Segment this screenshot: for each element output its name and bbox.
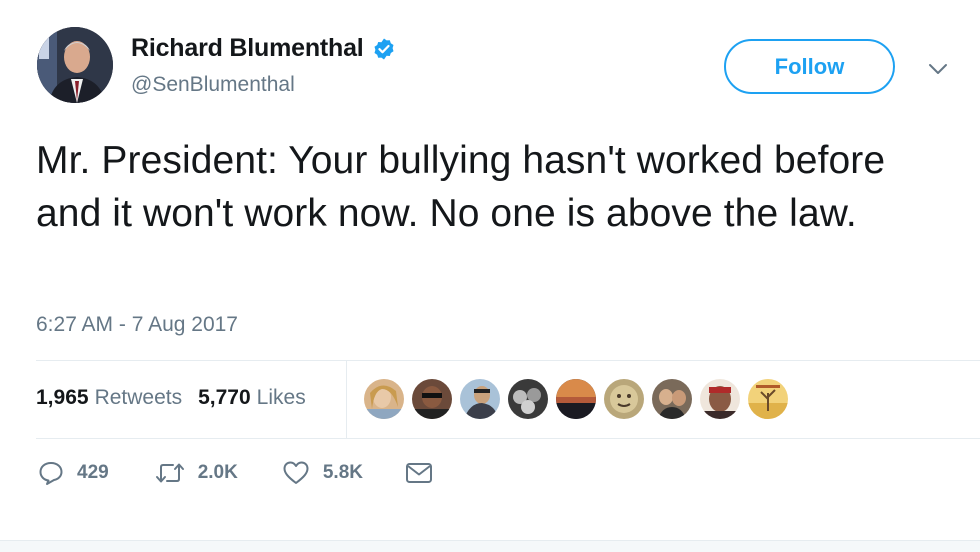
follow-button[interactable]: Follow	[724, 39, 895, 94]
reply-button[interactable]: 429	[38, 460, 109, 486]
liker-avatar-5[interactable]	[556, 379, 596, 419]
stats-vertical-divider	[346, 361, 347, 438]
reply-icon	[39, 462, 63, 485]
likes-stat[interactable]: 5,770 Likes	[198, 386, 306, 410]
verified-badge-icon	[374, 38, 394, 59]
liker-avatars	[364, 379, 796, 419]
retweets-count: 1,965	[36, 386, 89, 409]
bottom-strip	[0, 540, 980, 552]
direct-message-button[interactable]	[405, 462, 433, 484]
retweet-count: 2.0K	[197, 462, 238, 483]
reply-count: 429	[77, 462, 109, 483]
tweet-text: Mr. President: Your bullying hasn't work…	[36, 139, 886, 235]
liker-avatar-8[interactable]	[700, 379, 740, 419]
envelope-icon	[405, 463, 432, 483]
liker-avatar-4[interactable]	[508, 379, 548, 419]
retweet-button[interactable]: 2.0K	[155, 461, 238, 485]
divider-bottom	[36, 438, 980, 439]
tweet-timestamp[interactable]: 6:27 AM - 7 Aug 2017	[36, 313, 238, 337]
tweet-stats: 1,965 Retweets 5,770 Likes	[36, 386, 306, 410]
liker-avatar-9[interactable]	[748, 379, 788, 419]
liker-avatar-1[interactable]	[364, 379, 404, 419]
retweets-stat[interactable]: 1,965 Retweets	[36, 386, 182, 410]
likes-label: Likes	[256, 386, 306, 409]
retweet-icon	[155, 463, 184, 483]
likes-count: 5,770	[198, 386, 251, 409]
author-handle[interactable]: @SenBlumenthal	[131, 73, 295, 97]
author-name[interactable]: Richard Blumenthal	[131, 34, 364, 63]
heart-icon	[283, 461, 309, 484]
like-count: 5.8K	[322, 462, 363, 483]
retweets-label: Retweets	[94, 386, 183, 409]
liker-avatar-6[interactable]	[604, 379, 644, 419]
author-avatar-image	[37, 27, 113, 103]
liker-avatar-2[interactable]	[412, 379, 452, 419]
author-name-row: Richard Blumenthal	[131, 34, 396, 63]
liker-avatar-7[interactable]	[652, 379, 692, 419]
like-button[interactable]: 5.8K	[282, 460, 363, 486]
author-avatar[interactable]	[37, 27, 113, 103]
liker-avatar-3[interactable]	[460, 379, 500, 419]
divider-top	[36, 360, 980, 361]
tweet-actions: 429 2.0K 5.8K	[38, 460, 433, 486]
chevron-down-icon[interactable]	[926, 60, 950, 78]
